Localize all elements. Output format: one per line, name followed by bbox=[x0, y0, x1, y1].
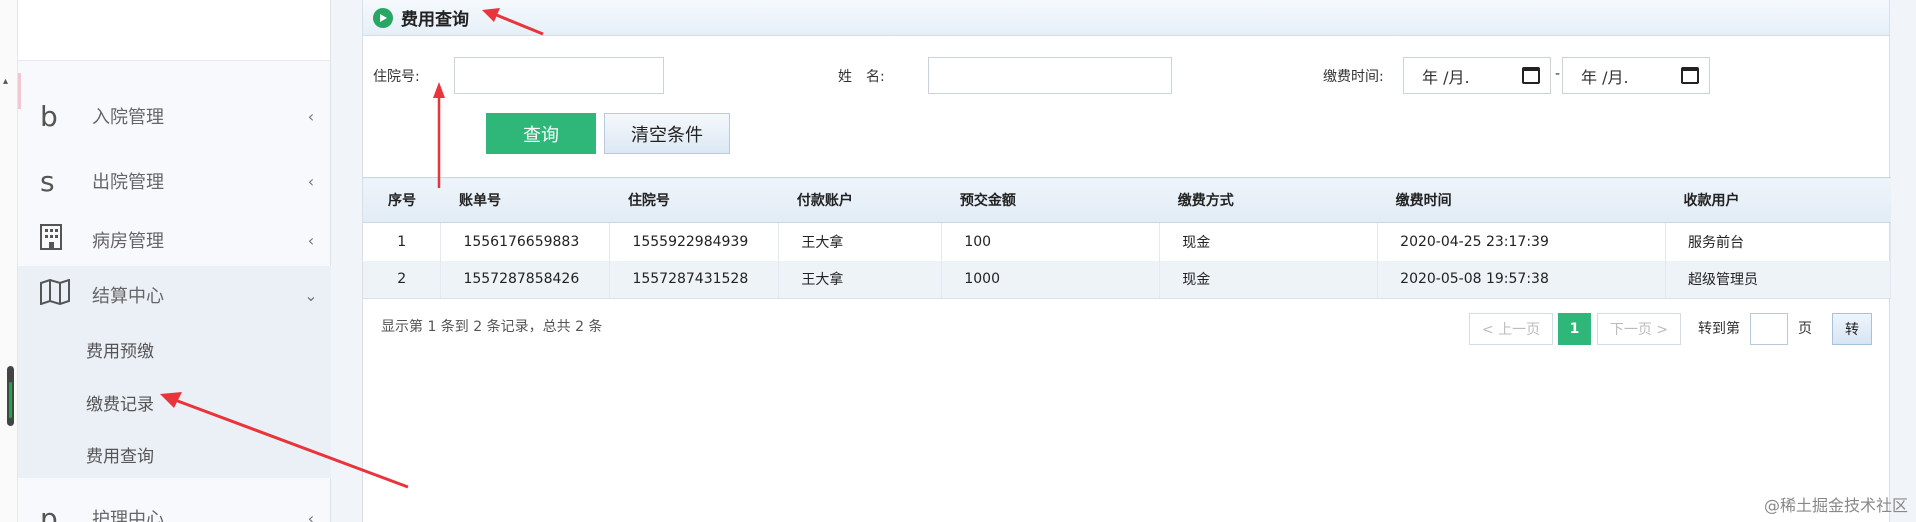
column-header[interactable]: 缴费时间 bbox=[1377, 177, 1666, 223]
date-end-input[interactable]: 年 /月. bbox=[1562, 57, 1710, 94]
pagination-summary: 显示第 1 条到 2 条记录，总共 2 条 bbox=[381, 319, 603, 335]
scroll-up-arrow-icon[interactable]: ▴ bbox=[3, 76, 8, 87]
date-start-text: 年 /月. bbox=[1422, 67, 1470, 87]
table-cell: 王大拿 bbox=[778, 260, 943, 299]
table-cell: 1556176659883 bbox=[440, 222, 611, 261]
scrollbar-thumb[interactable] bbox=[7, 366, 14, 426]
sidebar: b 入院管理 ‹ s 出院管理 ‹ 病房管理 ‹ 结算中心 ⌄ 费用预缴 缴费记… bbox=[18, 0, 331, 522]
page: ▴ b 入院管理 ‹ s 出院管理 ‹ 病房管理 ‹ 结算中心 ⌄ 费用预缴 缴… bbox=[0, 0, 1916, 522]
submenu-item-fee-query[interactable]: 费用查询 bbox=[86, 442, 154, 467]
column-header[interactable]: 付款账户 bbox=[778, 177, 942, 223]
sidebar-item-settlement[interactable]: 结算中心 ⌄ bbox=[18, 267, 331, 323]
payment-table: 序号 账单号 住院号 付款账户 预交金额 缴费方式 缴费时间 收款用户 1 15… bbox=[363, 177, 1891, 299]
sidebar-scrollbar[interactable]: ▴ bbox=[0, 0, 18, 522]
table-header-row: 序号 账单号 住院号 付款账户 预交金额 缴费方式 缴费时间 收款用户 bbox=[363, 177, 1891, 223]
name-label: 姓 名: bbox=[838, 69, 885, 85]
admission-icon: b bbox=[40, 99, 58, 133]
panel-title: 费用查询 bbox=[401, 10, 469, 30]
page-unit-label: 页 bbox=[1798, 321, 1812, 337]
clear-conditions-button[interactable]: 清空条件 bbox=[604, 113, 730, 154]
table-cell: 1555922984939 bbox=[609, 222, 780, 261]
column-header[interactable]: 账单号 bbox=[440, 177, 610, 223]
sidebar-item-label: 病房管理 bbox=[92, 231, 164, 252]
goto-label: 转到第 bbox=[1698, 321, 1740, 337]
table-cell: 现金 bbox=[1159, 222, 1379, 261]
panel-header: 费用查询 bbox=[363, 0, 1889, 36]
building-icon bbox=[18, 223, 78, 257]
table-cell: 100 bbox=[941, 222, 1161, 261]
date-end-text: 年 /月. bbox=[1581, 67, 1629, 87]
table-cell: 现金 bbox=[1159, 260, 1379, 299]
fee-query-panel: 费用查询 住院号: 姓 名: 缴费时间: 年 /月. - 年 /月. 查询 清空… bbox=[362, 0, 1891, 522]
nursing-icon: p bbox=[40, 501, 58, 522]
column-header[interactable]: 缴费方式 bbox=[1159, 177, 1378, 223]
page-1-button[interactable]: 1 bbox=[1558, 313, 1591, 345]
sidebar-item-admission[interactable]: b 入院管理 ‹ bbox=[18, 88, 331, 144]
table-cell: 2020-04-25 23:17:39 bbox=[1377, 222, 1667, 261]
map-icon bbox=[18, 278, 78, 312]
chevron-left-icon: ‹ bbox=[307, 508, 315, 522]
table-row[interactable]: 1 1556176659883 1555922984939 王大拿 100 现金… bbox=[363, 222, 1891, 261]
goto-page-input[interactable] bbox=[1750, 313, 1788, 345]
chevron-left-icon: ‹ bbox=[307, 106, 315, 126]
goto-button[interactable]: 转 bbox=[1832, 313, 1872, 345]
chevron-down-icon: ⌄ bbox=[304, 285, 318, 305]
discharge-icon: s bbox=[40, 164, 55, 198]
table-cell: 2 bbox=[363, 260, 442, 299]
sidebar-item-label: 出院管理 bbox=[92, 172, 164, 193]
date-range-dash: - bbox=[1555, 66, 1561, 82]
table-cell: 1557287858426 bbox=[440, 260, 611, 299]
watermark: @稀土掘金技术社区 bbox=[1763, 496, 1908, 515]
sidebar-item-label: 护理中心 bbox=[92, 509, 164, 522]
table-cell: 超级管理员 bbox=[1665, 260, 1891, 299]
submenu-item-prepay[interactable]: 费用预缴 bbox=[86, 337, 154, 362]
calendar-icon[interactable] bbox=[1681, 67, 1699, 84]
sidebar-header bbox=[18, 0, 330, 61]
table-cell: 服务前台 bbox=[1665, 222, 1891, 261]
table-cell: 1000 bbox=[941, 260, 1161, 299]
column-header[interactable]: 收款用户 bbox=[1665, 177, 1891, 223]
table-cell: 1 bbox=[363, 222, 442, 261]
submenu-item-payment-records[interactable]: 缴费记录 bbox=[86, 390, 154, 415]
hospital-no-input[interactable] bbox=[454, 57, 664, 94]
pay-time-label: 缴费时间: bbox=[1323, 69, 1384, 85]
column-header[interactable]: 住院号 bbox=[609, 177, 779, 223]
calendar-icon[interactable] bbox=[1522, 67, 1540, 84]
chevron-left-icon: ‹ bbox=[307, 230, 315, 250]
name-input[interactable] bbox=[928, 57, 1172, 94]
sidebar-item-nursing[interactable]: p 护理中心 ‹ bbox=[18, 490, 331, 522]
sidebar-item-discharge[interactable]: s 出院管理 ‹ bbox=[18, 153, 331, 209]
sidebar-item-ward[interactable]: 病房管理 ‹ bbox=[18, 212, 331, 268]
column-header[interactable]: 序号 bbox=[363, 177, 441, 223]
table-cell: 1557287431528 bbox=[609, 260, 780, 299]
prev-page-button[interactable]: < 上一页 bbox=[1469, 313, 1553, 345]
next-page-button[interactable]: 下一页 > bbox=[1597, 313, 1681, 345]
date-start-input[interactable]: 年 /月. bbox=[1403, 57, 1551, 94]
table-cell: 2020-05-08 19:57:38 bbox=[1377, 260, 1667, 299]
chevron-left-icon: ‹ bbox=[307, 171, 315, 191]
column-header[interactable]: 预交金额 bbox=[941, 177, 1160, 223]
sidebar-item-label: 结算中心 bbox=[92, 286, 164, 307]
play-icon bbox=[373, 7, 393, 28]
query-button[interactable]: 查询 bbox=[486, 113, 596, 154]
table-cell: 王大拿 bbox=[778, 222, 943, 261]
table-row[interactable]: 2 1557287858426 1557287431528 王大拿 1000 现… bbox=[363, 260, 1891, 299]
sidebar-item-label: 入院管理 bbox=[92, 107, 164, 128]
hospital-no-label: 住院号: bbox=[373, 69, 420, 85]
